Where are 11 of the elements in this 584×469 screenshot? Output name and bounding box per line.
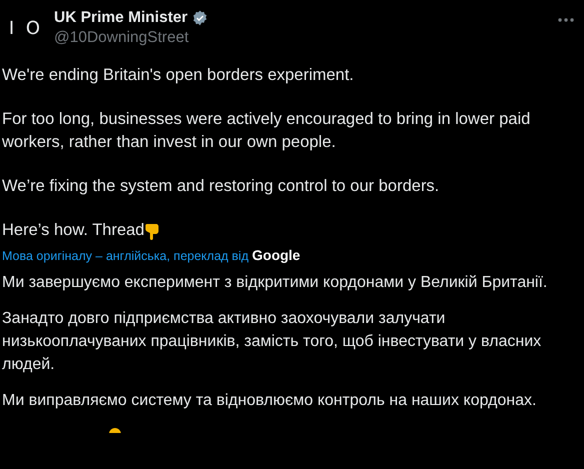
author-name[interactable]: UK Prime Minister [54, 8, 188, 28]
author-handle[interactable]: @10DowningStreet [54, 28, 554, 48]
tweet-text: We're ending Britain's open borders experiment. [2, 66, 354, 84]
tweet-text: For too long, businesses were actively encouraged to bring in lower paid workers, rather than invest in our own people. [2, 110, 530, 151]
translation-note-link[interactable]: Мова оригіналу – англійська, переклад від [2, 249, 249, 263]
tweet-text: Here’s how. Thread [2, 220, 144, 241]
translated-text: Ми завершуємо експеримент з відкритими кордонами у Великій Британії. [2, 273, 548, 293]
google-logo: Google [252, 247, 300, 263]
tweet-text: We’re fixing the system and restoring control to our borders. [2, 177, 440, 195]
translated-text: Ми виправляємо систему та відновлюємо контроль на наших кордонах. [2, 391, 538, 411]
translated-text: Занадто довго підприємства активно заохочували залучати низькооплачуваних працівників, замість того, щоб інвестувати у власних людей. [2, 309, 542, 375]
